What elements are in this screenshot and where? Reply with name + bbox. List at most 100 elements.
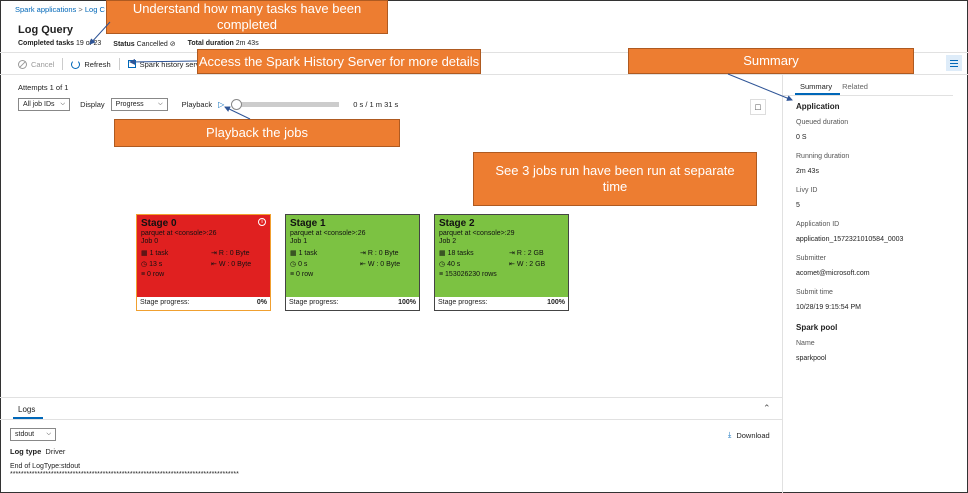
stage-progress: Stage progress: 100% xyxy=(438,299,565,306)
log-end-line: End of LogType:stdout xyxy=(10,463,81,470)
page-title: Log Query xyxy=(18,24,74,36)
job-stats: Completed tasks 19 of 23 Status Cancelle… xyxy=(18,40,259,48)
chevron-down-icon: ⌵ xyxy=(158,101,163,107)
running-duration-value: 2m 43s xyxy=(796,168,819,175)
stage-name: Stage 1 xyxy=(290,218,326,229)
logs-divider xyxy=(0,397,782,398)
stage-card-2[interactable]: Stage 2 parquet at <console>:29 Job 2 ▦ … xyxy=(434,214,569,311)
livy-id-value: 5 xyxy=(796,202,800,209)
total-duration: Total duration 2m 43s xyxy=(187,40,259,47)
status: Status Cancelled ⊘ xyxy=(113,41,176,48)
breadcrumb-root-link[interactable]: Spark applications xyxy=(15,5,76,14)
download-icon: ⤓ xyxy=(728,430,732,439)
side-panel-divider xyxy=(782,74,783,493)
livy-id-label: Livy ID xyxy=(796,187,818,194)
logs-tab-divider xyxy=(0,419,782,420)
logs-tab[interactable]: Logs xyxy=(18,405,35,414)
stage-operation: parquet at <console>:29 xyxy=(439,230,515,237)
stage-progress: Stage progress: 100% xyxy=(289,299,416,306)
stage-name: Stage 2 xyxy=(439,218,475,229)
queued-duration-label: Queued duration xyxy=(796,119,849,126)
stage-operation: parquet at <console>:26 xyxy=(141,230,217,237)
playback-time: 0 s / 1 m 31 s xyxy=(353,100,399,109)
submitter-label: Submitter xyxy=(796,255,826,262)
playback-label: Playback xyxy=(181,100,213,109)
info-icon[interactable]: i xyxy=(258,218,266,226)
tab-related[interactable]: Related xyxy=(842,82,868,91)
stage-tasks: ▦ 1 task xyxy=(141,250,169,257)
graph-controls: All job IDs ⌵ Display Progress ⌵ Playback … xyxy=(18,98,398,111)
stage-read: ⇥ R : 0 Byte xyxy=(360,250,399,257)
toolbar-divider xyxy=(0,74,968,75)
chevron-down-icon: ⌵ xyxy=(60,101,66,107)
collapse-chevron-up-icon[interactable]: ⌃ xyxy=(763,403,771,414)
summary-panel: Application Queued duration 0 S Running … xyxy=(796,102,903,374)
display-label: Display xyxy=(80,100,105,109)
display-select[interactable]: Progress ⌵ xyxy=(110,98,168,111)
cancel-button[interactable]: Cancel xyxy=(18,59,54,69)
callout-summary: Summary xyxy=(628,48,914,74)
stage-tasks: ▦ 1 task xyxy=(290,250,318,257)
toolbar: Cancel Refresh Spark history server xyxy=(18,58,206,70)
stage-write: ⇤ W : 0 Byte xyxy=(211,261,252,268)
log-type: Log type Driver xyxy=(10,447,66,456)
attempts-label: Attempts 1 of 1 xyxy=(18,83,69,92)
tab-summary[interactable]: Summary xyxy=(800,82,832,91)
callout-playback: Playback the jobs xyxy=(114,119,400,147)
play-icon[interactable]: ▷ xyxy=(218,100,224,109)
stage-job: Job 0 xyxy=(141,238,159,245)
stage-time: ◷ 13 s xyxy=(141,261,163,268)
download-button[interactable]: ⤓ Download xyxy=(728,430,770,440)
chevron-down-icon: ⌵ xyxy=(46,431,51,437)
stage-job: Job 2 xyxy=(439,238,457,245)
slider-thumb[interactable] xyxy=(231,99,243,110)
toolbar-separator xyxy=(62,58,64,70)
running-duration-label: Running duration xyxy=(796,153,850,160)
callout-jobs: See 3 jobs run have been run at separate… xyxy=(473,152,757,206)
playback-slider[interactable] xyxy=(231,99,340,110)
callout-tasks: Understand how many tasks have been comp… xyxy=(106,0,388,34)
pool-name-value: sparkpool xyxy=(796,355,827,362)
application-id-label: Application ID xyxy=(796,221,840,228)
stage-card-0[interactable]: Stage 0 i parquet at <console>:26 Job 0 … xyxy=(136,214,271,311)
open-external-icon xyxy=(127,60,136,68)
application-heading: Application xyxy=(796,102,840,111)
stage-write: ⇤ W : 0 Byte xyxy=(360,261,401,268)
cancel-icon xyxy=(18,59,27,69)
fit-icon: □ xyxy=(755,102,761,112)
stage-rows: ≡ 0 row xyxy=(290,271,314,278)
callout-history: Access the Spark History Server for more… xyxy=(197,49,481,74)
application-id-value: application_1572321010584_0003 xyxy=(796,236,904,243)
stage-time: ◷ 40 s xyxy=(439,261,461,268)
submit-time-label: Submit time xyxy=(796,289,833,296)
stage-read: ⇥ R : 0 Byte xyxy=(211,250,250,257)
stage-read: ⇥ R : 2 GB xyxy=(509,250,544,257)
tabs-divider xyxy=(783,95,953,96)
queued-duration-value: 0 S xyxy=(796,134,807,141)
spark-pool-heading: Spark pool xyxy=(796,323,838,332)
breadcrumb-separator: > xyxy=(78,5,83,14)
fit-to-screen-button[interactable]: □ xyxy=(750,99,766,115)
stage-rows: ≡ 153026230 rows xyxy=(439,271,497,278)
stage-tasks: ▦ 18 tasks xyxy=(439,250,474,257)
stage-name: Stage 0 xyxy=(141,218,177,229)
refresh-button[interactable]: Refresh xyxy=(71,59,111,69)
sliders-icon xyxy=(950,62,958,64)
job-id-select[interactable]: All job IDs ⌵ xyxy=(18,98,71,111)
log-stream-select[interactable]: stdout ⌵ xyxy=(10,428,56,441)
toolbar-separator xyxy=(118,58,120,70)
refresh-icon xyxy=(71,59,81,69)
spark-history-server-button[interactable]: Spark history server xyxy=(127,60,206,69)
stage-rows: ≡ 0 row xyxy=(141,271,165,278)
stage-job: Job 1 xyxy=(290,238,308,245)
stage-progress: Stage progress: 0% xyxy=(140,299,267,306)
breadcrumb-current: Log C xyxy=(84,5,105,14)
side-tabs: Summary Related xyxy=(800,82,868,91)
pool-name-label: Name xyxy=(796,340,815,347)
filter-settings-button[interactable] xyxy=(946,55,962,71)
stage-card-1[interactable]: Stage 1 parquet at <console>:26 Job 1 ▦ … xyxy=(285,214,420,311)
cancelled-icon: ⊘ xyxy=(169,41,176,48)
submit-time-value: 10/28/19 9:15:54 PM xyxy=(796,304,861,311)
breadcrumb: Spark applications > Log C xyxy=(15,5,105,14)
stage-operation: parquet at <console>:26 xyxy=(290,230,366,237)
